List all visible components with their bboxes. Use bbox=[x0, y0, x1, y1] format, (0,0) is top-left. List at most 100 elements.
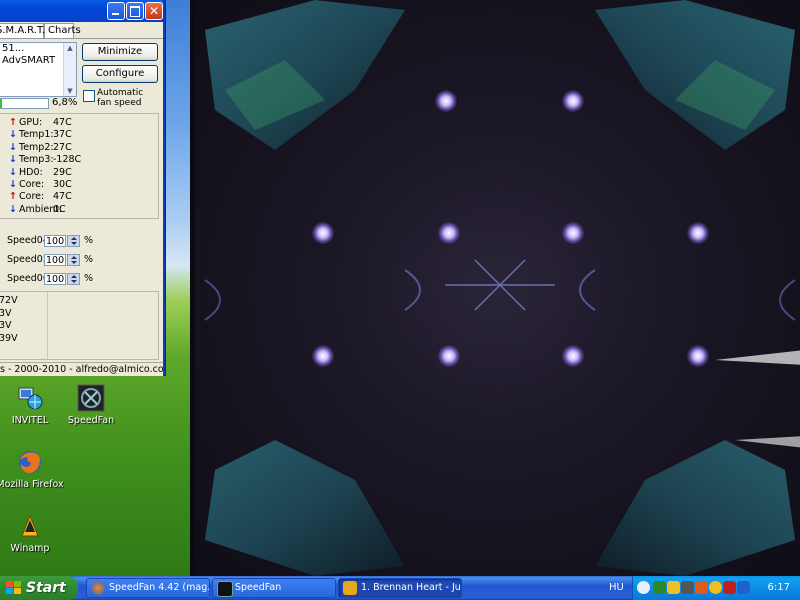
desktop-icon-label: INVITEL bbox=[11, 415, 49, 426]
desktop-icon-label: Mozilla Firefox bbox=[0, 479, 64, 490]
light-orb bbox=[562, 345, 584, 367]
light-orb bbox=[562, 90, 584, 112]
fan-speed-row: Speed06:100% bbox=[7, 272, 93, 286]
sensor-value: 0C bbox=[53, 203, 66, 215]
speedfan-window: ✕ S.M.A.R.T. Charts 51... AdvSMART ▲ ▼ M… bbox=[0, 0, 165, 376]
tab-strip: S.M.A.R.T. Charts bbox=[0, 22, 163, 39]
speedfan-icon bbox=[77, 384, 105, 412]
shield-icon[interactable] bbox=[667, 581, 680, 594]
taskbar-item-label: 1. Brennan Heart - Ju... bbox=[361, 582, 462, 593]
light-orb bbox=[435, 90, 457, 112]
list-scrollbar[interactable]: ▲ ▼ bbox=[63, 43, 76, 96]
minimize-window-button[interactable] bbox=[107, 2, 125, 20]
minimize-button[interactable]: Minimize bbox=[82, 43, 158, 61]
arrow-down-icon: ↓ bbox=[9, 166, 17, 178]
language-indicator[interactable]: HU bbox=[609, 576, 624, 600]
arrow-down-icon: ↓ bbox=[9, 141, 17, 153]
speedfan-tray-icon[interactable] bbox=[653, 581, 666, 594]
scroll-down-icon[interactable]: ▼ bbox=[64, 86, 76, 96]
taskbar-item-firefox[interactable]: SpeedFan 4.42 (mag... bbox=[86, 578, 210, 598]
automatic-fan-speed-checkbox[interactable] bbox=[83, 90, 95, 102]
device-list[interactable]: 51... AdvSMART ▲ ▼ bbox=[0, 42, 77, 97]
firefox-icon bbox=[91, 581, 105, 595]
light-orb bbox=[687, 345, 709, 367]
configure-button[interactable]: Configure bbox=[82, 65, 158, 83]
desktop-icon-label: SpeedFan bbox=[67, 415, 115, 426]
winamp-icon bbox=[343, 581, 357, 595]
music-visualization bbox=[190, 0, 800, 576]
windows-logo-icon bbox=[6, 581, 21, 594]
sensor-name: Core: bbox=[19, 179, 45, 190]
cpu-usage-percent: 6,8% bbox=[52, 97, 78, 108]
light-orb bbox=[438, 345, 460, 367]
minimize-icon bbox=[112, 13, 119, 15]
messenger-icon[interactable] bbox=[709, 581, 722, 594]
window-titlebar[interactable]: ✕ bbox=[0, 0, 163, 22]
arrow-down-icon: ↓ bbox=[9, 203, 17, 215]
automatic-fan-speed-label: Automatic fan speed bbox=[97, 88, 144, 108]
spin-arrows-icon[interactable] bbox=[67, 234, 80, 247]
clock[interactable]: 6:17 bbox=[768, 576, 790, 600]
sensor-name: Core: bbox=[19, 191, 45, 203]
sensor-value: 47C bbox=[53, 191, 72, 203]
sensor-name: Temp3: bbox=[19, 154, 54, 166]
network-icon[interactable] bbox=[681, 581, 694, 594]
tab-smart[interactable]: S.M.A.R.T. bbox=[0, 23, 45, 38]
maximize-icon bbox=[130, 6, 140, 17]
sensor-value: 47C bbox=[53, 117, 72, 128]
voltage-value: 72V bbox=[0, 295, 18, 306]
fan-speed-label: Speed04: bbox=[7, 235, 53, 246]
desktop-icon-firefox[interactable]: Mozilla Firefox bbox=[0, 448, 65, 490]
temperature-row: ↓ Core: 30C bbox=[9, 179, 72, 191]
arrow-up-icon: ↑ bbox=[9, 117, 17, 128]
sensor-value: 29C bbox=[53, 166, 72, 178]
sensor-name: Temp2: bbox=[19, 141, 54, 153]
network-icon bbox=[16, 384, 44, 412]
fan-speed-input[interactable]: 100 bbox=[44, 234, 66, 247]
close-window-button[interactable]: ✕ bbox=[145, 2, 163, 20]
sensor-name: GPU: bbox=[19, 117, 43, 128]
temperature-row: ↓ Temp1:37C bbox=[9, 129, 72, 141]
fan-speed-unit: % bbox=[84, 235, 94, 246]
antivirus-icon[interactable] bbox=[695, 581, 708, 594]
taskbar-item-speedfan[interactable]: SpeedFan bbox=[212, 578, 336, 598]
start-button[interactable]: Start bbox=[0, 576, 78, 600]
maximize-window-button[interactable] bbox=[126, 2, 144, 20]
speedfan-icon bbox=[217, 581, 233, 597]
voltage-value: 3V bbox=[0, 307, 12, 319]
spin-arrows-icon[interactable] bbox=[67, 272, 80, 285]
arrow-down-icon: ↓ bbox=[9, 129, 17, 141]
fan-speed-label: Speed05: bbox=[7, 254, 53, 265]
fan-speed-row: Speed04:100% bbox=[7, 234, 93, 248]
light-orb bbox=[438, 222, 460, 244]
fan-speed-input[interactable]: 100 bbox=[44, 272, 66, 285]
temperature-row: ↑ Core: 47C bbox=[9, 191, 72, 203]
desktop-icon-winamp[interactable]: Winamp bbox=[0, 512, 65, 554]
show-hidden-icons-icon[interactable] bbox=[637, 581, 650, 594]
firefox-icon bbox=[16, 448, 44, 476]
volume-icon[interactable] bbox=[737, 581, 750, 594]
voltage-panel: 72V 3V 3V 39V bbox=[0, 291, 159, 360]
sensor-value: 30C bbox=[53, 179, 72, 190]
sensor-name: Ambient: bbox=[19, 203, 63, 215]
sensor-value: 27C bbox=[53, 141, 72, 153]
tab-charts[interactable]: Charts bbox=[44, 23, 81, 38]
spin-arrows-icon[interactable] bbox=[67, 253, 80, 266]
panel-divider bbox=[47, 292, 48, 359]
cpu-usage-bar bbox=[0, 98, 49, 109]
temperature-panel: ↑ GPU: 47C ↓ Temp1:37C ↓ Temp2:27C ↓ Temp3:-128C… bbox=[0, 113, 159, 219]
fan-speed-input[interactable]: 100 bbox=[44, 253, 66, 266]
temperature-row: ↑ GPU: 47C bbox=[9, 117, 72, 129]
scroll-up-icon[interactable]: ▲ bbox=[64, 43, 76, 53]
fan-speed-row: Speed05:100% bbox=[7, 253, 93, 267]
desktop-icon-speedfan[interactable]: SpeedFan bbox=[56, 384, 126, 426]
taskbar-item-winamp[interactable]: 1. Brennan Heart - Ju... bbox=[338, 578, 462, 598]
app-tray-icon[interactable] bbox=[723, 581, 736, 594]
system-tray: HU 6:17 bbox=[609, 576, 800, 600]
close-icon: ✕ bbox=[148, 4, 160, 18]
temperature-row: ↓ Temp2:27C bbox=[9, 142, 72, 154]
light-orb bbox=[562, 222, 584, 244]
fan-speed-label: Speed06: bbox=[7, 273, 53, 284]
temperature-row: ↓ Ambient:0C bbox=[9, 204, 66, 216]
temperature-row: ↓ HD0: 29C bbox=[9, 167, 72, 179]
